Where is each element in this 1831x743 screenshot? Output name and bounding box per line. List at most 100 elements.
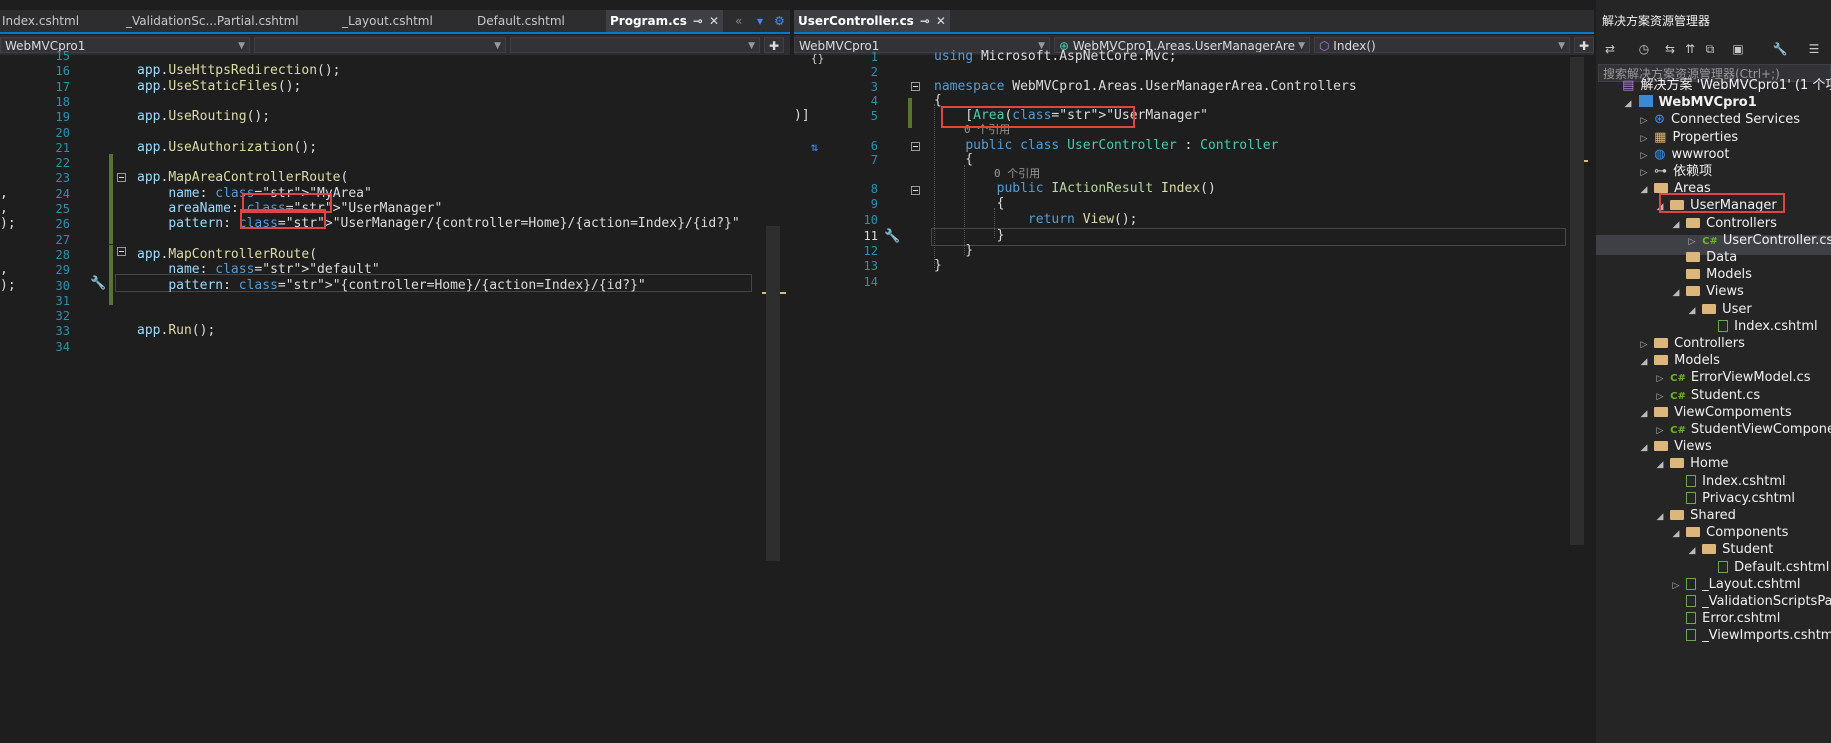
- tree-node-label: 依赖项: [1673, 164, 1713, 179]
- tree-node-label: WebMVCpro1: [1658, 95, 1757, 111]
- expanded-arrow-icon[interactable]: ◢: [1622, 94, 1634, 114]
- tree-node-label: Controllers: [1706, 215, 1777, 231]
- properties-icon: ▦: [1654, 129, 1667, 145]
- connected-services-icon: ⊛: [1654, 112, 1666, 128]
- expanded-arrow-icon[interactable]: ◢: [1670, 524, 1682, 544]
- tab-program-cs-label: Program.cs: [610, 14, 687, 28]
- program-cs-editor: Index.cshtml _ValidationSc...Partial.csh…: [0, 0, 790, 743]
- tree-node-label: wwwroot: [1671, 146, 1730, 162]
- folder-icon: [1686, 527, 1701, 538]
- folder-icon: [1670, 458, 1685, 469]
- quick-actions-icon[interactable]: 🔧: [90, 276, 106, 291]
- preview-icon[interactable]: ▣: [1730, 42, 1746, 56]
- tab-validation-partial[interactable]: _ValidationSc...Partial.cshtml: [126, 10, 299, 32]
- tab-default-cshtml[interactable]: Default.cshtml: [477, 10, 565, 32]
- tree-node-label: Models: [1674, 353, 1720, 369]
- tree-node-label: UserController.cs: [1722, 232, 1831, 248]
- wrench-icon[interactable]: 🔧: [1772, 42, 1788, 56]
- left-tab-bar: Index.cshtml _ValidationSc...Partial.csh…: [0, 10, 790, 34]
- folder-icon: [1686, 269, 1701, 280]
- history-icon[interactable]: ◷: [1636, 42, 1652, 56]
- collapse-toggle-icon[interactable]: [117, 173, 126, 182]
- folder-icon: [1654, 338, 1669, 348]
- quick-actions-icon[interactable]: 🔧: [884, 229, 900, 244]
- expanded-arrow-icon[interactable]: ◢: [1638, 438, 1650, 458]
- solution-icon: ▤: [1622, 78, 1635, 93]
- right-vertical-scrollbar[interactable]: [1570, 57, 1584, 545]
- folder-icon: [1702, 303, 1717, 314]
- expanded-arrow-icon[interactable]: ◢: [1654, 507, 1666, 527]
- tree-node-label: ViewCompoments: [1674, 404, 1792, 420]
- tab-usercontroller-label: UserController.cs: [798, 14, 914, 28]
- folder-icon: [1686, 286, 1701, 297]
- tree-node-label: _Layout.cshtml: [1702, 576, 1801, 592]
- pin-icon[interactable]: ⊸: [693, 14, 703, 28]
- razor-file-icon: [1686, 577, 1697, 590]
- close-icon[interactable]: ✕: [936, 14, 946, 28]
- tree-node-label: Error.cshtml: [1702, 611, 1781, 627]
- sync-icon[interactable]: ⇄: [1602, 42, 1618, 56]
- razor-file-icon: [1686, 595, 1697, 607]
- collapse-toggle-icon[interactable]: [117, 247, 126, 256]
- left-code-area[interactable]: 15 16 app.UseHttpsRedirection(); 17 app.UseS…: [0, 49, 790, 743]
- scroll-tabs-icon[interactable]: «: [735, 10, 742, 32]
- razor-file-icon: [1718, 560, 1729, 573]
- tab-usercontroller-cs[interactable]: UserController.cs ⊸ ✕: [794, 10, 950, 32]
- tab-layout-cshtml[interactable]: _Layout.cshtml: [342, 10, 433, 32]
- expanded-arrow-icon[interactable]: ◢: [1686, 541, 1698, 561]
- collapse-toggle-icon[interactable]: [911, 82, 920, 91]
- collapse-toggle-icon[interactable]: [911, 142, 920, 151]
- globe-icon: ◍: [1654, 146, 1666, 162]
- tree-node-label: ErrorViewModel.cs: [1690, 370, 1811, 386]
- expanded-arrow-icon[interactable]: ◢: [1638, 352, 1650, 372]
- folder-icon: [1702, 544, 1717, 555]
- right-code-area[interactable]: 1 using Microsoft.AspNetCore.Mvc; 2 3 namesp…: [794, 49, 1594, 743]
- gear-icon[interactable]: ⚙: [774, 10, 785, 32]
- expanded-arrow-icon[interactable]: ◢: [1654, 455, 1666, 475]
- expanded-arrow-icon[interactable]: ◢: [1670, 283, 1682, 303]
- right-tab-bar: UserController.cs ⊸ ✕: [794, 10, 1594, 34]
- razor-file-icon: [1686, 491, 1697, 504]
- close-icon[interactable]: ✕: [709, 14, 719, 28]
- tab-list-dropdown-icon[interactable]: ▾: [757, 10, 763, 32]
- tree-node-label: Home: [1690, 456, 1729, 472]
- expanded-arrow-icon[interactable]: ◢: [1670, 215, 1682, 235]
- tree-node-label: Connected Services: [1671, 112, 1800, 128]
- collapse-toggle-icon[interactable]: [911, 186, 920, 195]
- tab-program-cs[interactable]: Program.cs ⊸ ✕: [606, 10, 724, 32]
- tab-index-cshtml[interactable]: Index.cshtml: [2, 10, 79, 32]
- left-vertical-scrollbar[interactable]: [766, 226, 780, 561]
- properties-icon[interactable]: ☰: [1806, 42, 1822, 56]
- tree-node-label: StudentViewComponent.c: [1690, 422, 1831, 437]
- solution-toolbar: ⇄ ◷ ⇆ ⇈ ⧉ ▣ 🔧 ☰: [1596, 36, 1831, 62]
- show-all-files-icon[interactable]: ⧉: [1702, 42, 1718, 56]
- switch-views-icon[interactable]: ⇆: [1662, 42, 1678, 56]
- code-line[interactable]: 7 {: [794, 151, 1594, 169]
- codelens-references[interactable]: 0 个引用: [994, 167, 1040, 181]
- folder-icon: [1686, 252, 1701, 262]
- solution-explorer: 解决方案资源管理器 ⇄ ◷ ⇆ ⇈ ⧉ ▣ 🔧 ☰ 搜索解决方案资源管理器(Ct…: [1596, 0, 1831, 743]
- expanded-arrow-icon[interactable]: ◢: [1686, 301, 1698, 321]
- tree-node-label: Data: [1706, 250, 1738, 265]
- inherited-indicator-icon[interactable]: ⇅: [811, 140, 818, 154]
- code-text: {: [934, 152, 974, 167]
- collapse-all-icon[interactable]: ⇈: [1682, 42, 1698, 56]
- code-map-icon[interactable]: {}: [811, 52, 824, 65]
- folder-icon: [1654, 406, 1669, 417]
- code-line[interactable]: 14: [794, 273, 1594, 291]
- code-line[interactable]: 5 [Area(class="str">"UserManager")]: [794, 107, 1594, 125]
- tree-node-label: User: [1722, 301, 1752, 317]
- expanded-arrow-icon[interactable]: ◢: [1638, 404, 1650, 424]
- pin-icon[interactable]: ⊸: [920, 14, 930, 28]
- expanded-arrow-icon[interactable]: ◢: [1638, 180, 1650, 200]
- tree-node-label: Views: [1706, 284, 1744, 300]
- line-number: 34: [55, 339, 70, 354]
- folder-icon: [1686, 217, 1701, 228]
- folder-icon: [1654, 355, 1669, 366]
- tree-node-label: Models: [1706, 267, 1752, 283]
- tree-node[interactable]: _ViewImports.cshtml: [1670, 626, 1831, 646]
- code-line[interactable]: 34: [0, 338, 790, 356]
- folder-icon: [1654, 183, 1669, 194]
- tree-node-label: Shared: [1690, 508, 1736, 523]
- line-number: 7: [870, 153, 878, 167]
